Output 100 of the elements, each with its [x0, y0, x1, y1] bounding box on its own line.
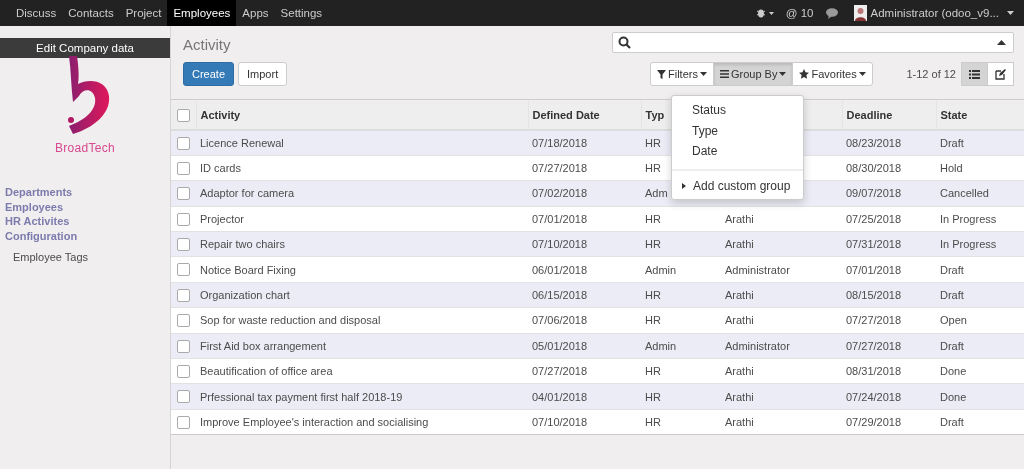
- app-menu-item[interactable]: Project: [119, 0, 168, 26]
- avatar-icon: [853, 5, 867, 21]
- table-cell: Projector: [200, 212, 245, 225]
- favorites-button[interactable]: Favorites: [792, 62, 873, 86]
- table-cell: Draft: [940, 416, 964, 428]
- table-cell: Draft: [940, 263, 964, 276]
- table-cell: Arathi: [725, 365, 754, 378]
- table-cell: Repair two chairs: [200, 238, 285, 251]
- filters-button[interactable]: Filters: [650, 62, 714, 86]
- row-checkbox[interactable]: [177, 238, 190, 252]
- row-checkbox[interactable]: [177, 212, 190, 226]
- table-cell: 06/01/2018: [532, 263, 588, 276]
- row-checkbox[interactable]: [177, 136, 190, 150]
- star-icon: [799, 69, 810, 79]
- group-by-option[interactable]: Status: [672, 100, 803, 121]
- table-cell: Arathi: [725, 238, 754, 251]
- caret-icon: [682, 182, 686, 189]
- table-cell: 07/10/2018: [532, 238, 588, 251]
- import-button[interactable]: Import: [238, 62, 288, 86]
- logo-text: BroadTech: [54, 141, 116, 155]
- table-cell: HR: [645, 238, 661, 251]
- user-menu[interactable]: Administrator (odoo_v9...: [870, 7, 999, 19]
- sidebar-item[interactable]: Employee Tags: [5, 251, 165, 263]
- pager: 1-12 of 12: [906, 68, 956, 80]
- table-cell: 04/01/2018: [532, 390, 588, 403]
- row-checkbox[interactable]: [177, 288, 190, 302]
- row-checkbox[interactable]: [177, 390, 190, 404]
- group-by-button[interactable]: Group By: [712, 62, 794, 86]
- row-checkbox[interactable]: [177, 415, 190, 429]
- table-cell: 07/31/2018: [846, 238, 902, 251]
- table-cell: Adm: [645, 187, 668, 200]
- table-cell: 07/27/2018: [532, 365, 588, 378]
- collapse-icon[interactable]: [997, 40, 1006, 45]
- row-checkbox[interactable]: [177, 187, 190, 201]
- row-checkbox[interactable]: [177, 314, 190, 328]
- table-cell: HR: [645, 212, 661, 225]
- table-cell: Arathi: [725, 289, 754, 302]
- list-view-button[interactable]: [961, 62, 988, 86]
- table-cell: In Progress: [940, 238, 997, 251]
- table-cell: Cancelled: [940, 187, 989, 200]
- column-header[interactable]: State: [940, 109, 968, 121]
- table-cell: Adaptor for camera: [200, 187, 295, 200]
- chat-icon[interactable]: [825, 7, 840, 19]
- column-header[interactable]: Deadline: [846, 109, 893, 121]
- search-field[interactable]: [612, 32, 1014, 53]
- column-header[interactable]: Activity: [200, 109, 241, 121]
- funnel-icon: [657, 69, 666, 79]
- table-cell: 08/31/2018: [846, 365, 902, 378]
- create-button[interactable]: Create: [183, 62, 235, 86]
- app-menu-item[interactable]: Apps: [236, 0, 275, 26]
- table-cell: Beautification of office area: [200, 365, 333, 378]
- table-cell: Sop for waste reduction and disposal: [200, 314, 381, 327]
- table-cell: 07/29/2018: [846, 416, 902, 428]
- row-checkbox[interactable]: [177, 263, 190, 277]
- table-cell: Prfessional tax payment first half 2018-19: [200, 390, 403, 403]
- table-cell: 07/27/2018: [846, 339, 902, 352]
- table-cell: HR: [645, 314, 661, 327]
- table-cell: Done: [940, 390, 967, 403]
- table-cell: Arathi: [725, 212, 754, 225]
- list-icon: [969, 69, 980, 79]
- table-cell: 07/24/2018: [846, 390, 902, 403]
- app-menu-item[interactable]: Employees: [167, 0, 237, 26]
- table-cell: 08/23/2018: [846, 136, 902, 149]
- table-cell: Organization chart: [200, 289, 290, 302]
- bars-icon: [719, 70, 729, 78]
- caret-icon: [858, 72, 866, 76]
- sidebar-section[interactable]: HR Activites: [5, 214, 165, 229]
- add-custom-group-option[interactable]: Add custom group: [693, 178, 791, 193]
- group-by-option[interactable]: Type: [672, 120, 803, 141]
- app-menu-item[interactable]: Contacts: [62, 0, 120, 26]
- mentions-counter[interactable]: @ 10: [785, 7, 814, 19]
- search-icon: [618, 36, 631, 49]
- table-cell: 09/07/2018: [846, 187, 902, 200]
- app-menu-item[interactable]: Discuss: [10, 0, 63, 26]
- table-cell: Arathi: [725, 416, 754, 428]
- table-cell: ID cards: [200, 162, 241, 175]
- row-checkbox[interactable]: [177, 339, 190, 353]
- table-cell: 07/10/2018: [532, 416, 588, 428]
- table-cell: HR: [645, 365, 661, 378]
- row-checkbox[interactable]: [177, 161, 190, 175]
- edit-icon: [995, 68, 1006, 80]
- group-by-option[interactable]: Date: [672, 141, 803, 162]
- caret-icon: [1007, 11, 1014, 15]
- table-cell: 07/06/2018: [532, 314, 588, 327]
- edit-company-button[interactable]: Edit Company data: [0, 38, 170, 58]
- table-cell: HR: [645, 162, 661, 175]
- table-cell: 07/01/2018: [532, 212, 588, 225]
- column-header[interactable]: Typ: [645, 109, 665, 121]
- select-all-checkbox[interactable]: [177, 108, 190, 122]
- table-cell: Draft: [940, 136, 964, 149]
- table-cell: Open: [940, 314, 967, 327]
- column-header[interactable]: Defined Date: [532, 109, 600, 121]
- table-cell: 07/27/2018: [846, 314, 902, 327]
- app-menu-item[interactable]: Settings: [274, 0, 329, 26]
- form-view-button[interactable]: [987, 62, 1014, 86]
- table-cell: Draft: [940, 339, 964, 352]
- table-cell: Arathi: [725, 390, 754, 403]
- row-checkbox[interactable]: [177, 365, 190, 378]
- table-cell: Arathi: [725, 314, 754, 327]
- bug-icon[interactable]: [755, 8, 774, 18]
